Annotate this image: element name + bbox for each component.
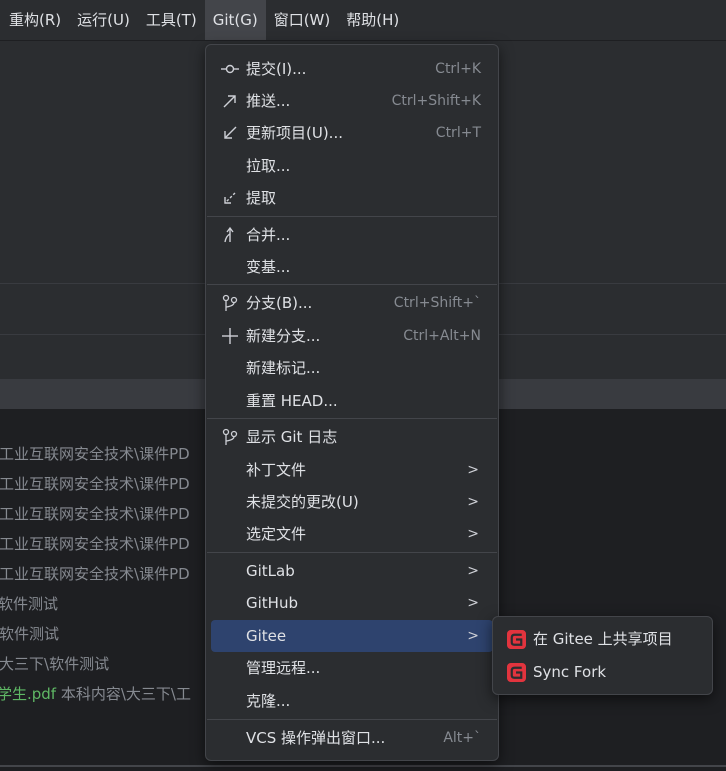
chevron-right-icon: > (467, 595, 479, 611)
menu-item-label: 推送... (246, 92, 291, 110)
output-line: \工业互联网安全技术\课件PD (0, 535, 190, 553)
menu-item-commit[interactable]: 提交(I)... Ctrl+K (211, 53, 493, 85)
output-line: \工业互联网安全技术\课件PD (0, 565, 190, 583)
output-line: \工业互联网安全技术\课件PD (0, 475, 190, 493)
menu-item-label: 显示 Git 日志 (246, 428, 338, 446)
menu-item-new-tag[interactable]: 新建标记... (211, 352, 493, 384)
commit-icon (220, 59, 240, 79)
menu-item-label: Gitee (246, 627, 287, 645)
menu-item-vcs-popup[interactable]: VCS 操作弹出窗口... Alt+` (211, 722, 493, 754)
menu-item-label: 重置 HEAD... (246, 392, 338, 410)
menu-bar: 重构(R) 运行(U) 工具(T) Git(G) 窗口(W) 帮助(H) (0, 0, 726, 40)
plus-icon (220, 326, 240, 346)
menu-tools[interactable]: 工具(T) (138, 0, 205, 40)
menu-item-branches[interactable]: 分支(B)... Ctrl+Shift+` (211, 287, 493, 319)
menu-refactor[interactable]: 重构(R) (0, 0, 69, 40)
chevron-right-icon: > (467, 494, 479, 510)
menu-separator (207, 719, 497, 720)
menu-item-merge[interactable]: 合并... (211, 219, 493, 251)
chevron-right-icon: > (467, 563, 479, 579)
menu-item-show-git-log[interactable]: 显示 Git 日志 (211, 421, 493, 453)
pdf-filename[interactable]: 学生.pdf (0, 685, 56, 703)
menu-item-label: 管理远程... (246, 659, 321, 677)
menu-item-label: 变基... (246, 258, 291, 276)
chevron-right-icon: > (467, 462, 479, 478)
menu-item-reset-head[interactable]: 重置 HEAD... (211, 385, 493, 417)
submenu-item-sync-fork[interactable]: Sync Fork (498, 656, 707, 688)
menu-item-fetch[interactable]: 提取 (211, 182, 493, 214)
menu-item-manage-remotes[interactable]: 管理远程... (211, 652, 493, 684)
git-dropdown-menu: 提交(I)... Ctrl+K 推送... Ctrl+Shift+K 更新项目(… (205, 44, 499, 761)
gitee-logo-icon (507, 663, 526, 682)
menu-item-label: 补丁文件 (246, 461, 307, 479)
shortcut: Ctrl+Shift+` (393, 295, 481, 311)
menu-item-label: VCS 操作弹出窗口... (246, 729, 386, 747)
menu-separator (207, 418, 497, 419)
menu-item-update-project[interactable]: 更新项目(U)... Ctrl+T (211, 117, 493, 149)
menu-item-push[interactable]: 推送... Ctrl+Shift+K (211, 85, 493, 117)
menu-git[interactable]: Git(G) (204, 0, 266, 40)
chevron-right-icon: > (467, 526, 479, 542)
menu-item-label: 提交(I)... (246, 60, 307, 78)
output-line-pdf: 学生.pdf 本科内容\大三下\工 (0, 682, 191, 706)
menu-item-label: 拉取... (246, 157, 291, 175)
menu-item-patch[interactable]: 补丁文件 > (211, 454, 493, 486)
gitee-logo-icon (507, 630, 526, 649)
menu-item-gitlab[interactable]: GitLab > (211, 555, 493, 587)
menu-item-label: 未提交的更改(U) (246, 493, 359, 511)
menu-item-gitee[interactable]: Gitee > (211, 620, 493, 652)
update-arrow-icon (220, 123, 240, 143)
shortcut: Ctrl+T (435, 125, 481, 141)
menu-separator (207, 552, 497, 553)
menu-item-label: 克隆... (246, 692, 291, 710)
menu-item-uncommitted-changes[interactable]: 未提交的更改(U) > (211, 486, 493, 518)
menu-item-label: 新建分支... (246, 327, 321, 345)
menu-item-rebase[interactable]: 变基... (211, 251, 493, 283)
menu-window[interactable]: 窗口(W) (266, 0, 339, 40)
status-divider (0, 765, 726, 767)
menu-separator (207, 216, 497, 217)
chevron-right-icon: > (467, 628, 479, 644)
output-line: \软件测试 (0, 625, 60, 643)
menu-run[interactable]: 运行(U) (69, 0, 138, 40)
menu-item-new-branch[interactable]: 新建分支... Ctrl+Alt+N (211, 320, 493, 352)
submenu-item-label: Sync Fork (533, 663, 607, 681)
submenu-item-label: 在 Gitee 上共享项目 (533, 630, 673, 648)
shortcut: Alt+` (443, 730, 481, 746)
menu-help[interactable]: 帮助(H) (338, 0, 407, 40)
menu-item-label: 更新项目(U)... (246, 124, 343, 142)
menu-item-clone[interactable]: 克隆... (211, 685, 493, 717)
menu-item-label: 选定文件 (246, 525, 307, 543)
fetch-icon (220, 188, 240, 208)
output-line: \工业互联网安全技术\课件PD (0, 445, 190, 463)
output-line: \大三下\软件测试 (0, 655, 110, 673)
output-line: \工业互联网安全技术\课件PD (0, 505, 190, 523)
submenu-item-share-on-gitee[interactable]: 在 Gitee 上共享项目 (498, 623, 707, 655)
menu-separator (207, 284, 497, 285)
shortcut: Ctrl+K (435, 61, 481, 77)
git-log-icon (220, 427, 240, 447)
pdf-path: 本科内容\大三下\工 (60, 685, 191, 703)
menu-item-label: GitLab (246, 562, 295, 580)
branch-icon (220, 293, 240, 313)
push-arrow-icon (220, 91, 240, 111)
menu-item-label: GitHub (246, 594, 298, 612)
shortcut: Ctrl+Alt+N (403, 328, 481, 344)
output-line: 软件测试 (0, 595, 59, 613)
menu-item-pull[interactable]: 拉取... (211, 150, 493, 182)
shortcut: Ctrl+Shift+K (391, 93, 481, 109)
menu-item-label: 合并... (246, 226, 291, 244)
gitee-submenu: 在 Gitee 上共享项目 Sync Fork (492, 616, 713, 695)
menu-item-github[interactable]: GitHub > (211, 587, 493, 619)
menu-item-label: 新建标记... (246, 359, 321, 377)
menu-item-label: 提取 (246, 189, 277, 207)
menu-item-label: 分支(B)... (246, 294, 313, 312)
merge-icon (220, 225, 240, 245)
menu-item-selected-files[interactable]: 选定文件 > (211, 518, 493, 550)
